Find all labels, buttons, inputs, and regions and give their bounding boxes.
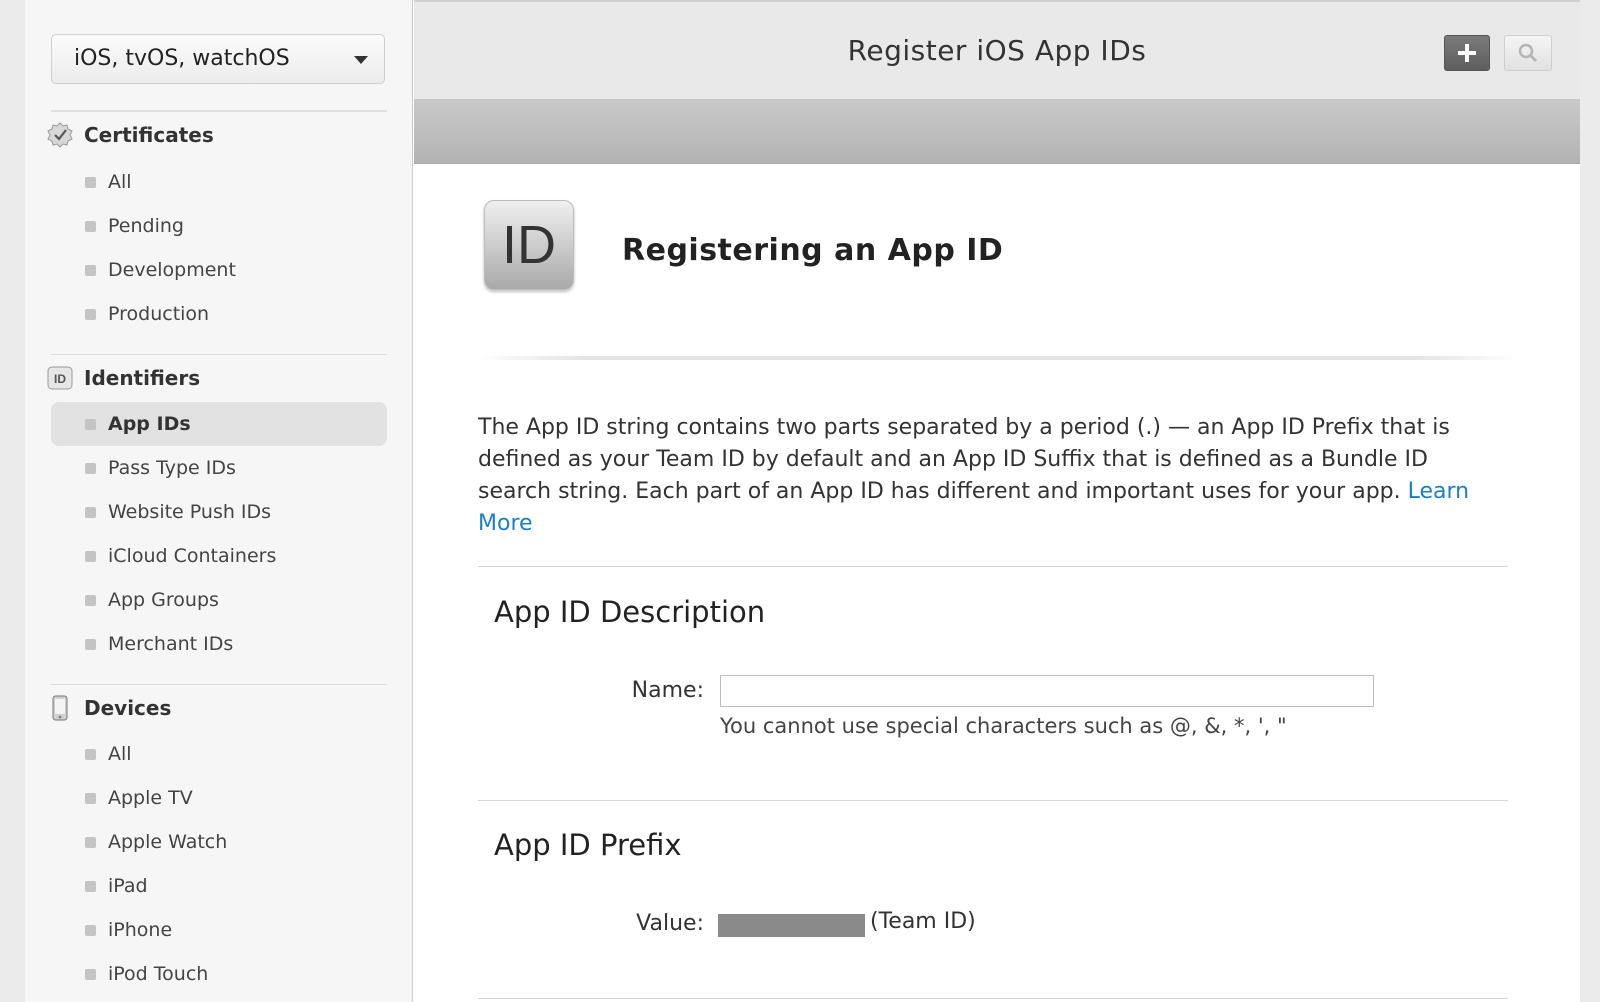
bullet-icon (85, 836, 96, 848)
sidebar-item-label: Production (108, 303, 210, 325)
add-button[interactable] (1444, 35, 1490, 71)
divider (478, 998, 1508, 999)
app-id-badge-text: ID (502, 215, 556, 275)
sidebar-item-production[interactable]: Production (51, 292, 387, 336)
section-title: Identifiers (84, 366, 201, 390)
sidebar-item-label: Development (108, 259, 236, 281)
section-heading: Registering an App ID (622, 233, 1004, 268)
sidebar-item-label: Apple Watch (108, 831, 228, 853)
bullet-icon (85, 792, 96, 804)
section-title: Devices (84, 696, 172, 720)
intro-paragraph: The App ID string contains two parts sep… (478, 412, 1478, 540)
bullet-icon (85, 220, 96, 232)
sidebar-item-label: Website Push IDs (108, 501, 272, 523)
divider (478, 566, 1508, 567)
section-certificates: Certificates (47, 120, 214, 150)
section-devices: Devices (47, 693, 171, 723)
bullet-icon (85, 924, 96, 936)
device-icon (47, 695, 73, 721)
sidebar-item-development[interactable]: Development (51, 248, 387, 292)
bullet-icon (85, 418, 96, 430)
section-identifiers: ID Identifiers (47, 363, 200, 393)
sidebar-item-label: Pending (108, 215, 184, 237)
sidebar-item-label: All (108, 171, 132, 193)
app-id-badge-icon: ID (484, 200, 574, 290)
sidebar-item-ipad[interactable]: iPad (51, 864, 387, 908)
bullet-icon (85, 506, 96, 518)
team-id-label: (Team ID) (870, 909, 976, 934)
sidebar-item-app-ids[interactable]: App IDs (51, 402, 387, 446)
divider (478, 800, 1508, 801)
prefix-heading: App ID Prefix (494, 828, 682, 862)
sidebar-item-label: App IDs (108, 413, 191, 435)
section-title: Certificates (84, 123, 214, 147)
divider (51, 684, 387, 685)
redacted-team-id (718, 914, 865, 937)
sidebar-item-pending[interactable]: Pending (51, 204, 387, 248)
sidebar-item-app-groups[interactable]: App Groups (51, 578, 387, 622)
intro-text: The App ID string contains two parts sep… (478, 415, 1450, 504)
sidebar-item-label: Merchant IDs (108, 633, 234, 655)
sidebar-item-devices-all[interactable]: All (51, 732, 387, 776)
identifiers-icon: ID (47, 365, 73, 391)
sidebar-item-apple-watch[interactable]: Apple Watch (51, 820, 387, 864)
bullet-icon (85, 968, 96, 980)
bullet-icon (85, 462, 96, 474)
sidebar-item-ipod-touch[interactable]: iPod Touch (51, 952, 387, 996)
search-icon (1518, 43, 1538, 63)
plus-icon (1458, 44, 1476, 62)
bullet-icon (85, 638, 96, 650)
search-button[interactable] (1504, 35, 1552, 71)
sidebar-item-label: iPhone (108, 919, 173, 941)
sidebar-item-icloud-containers[interactable]: iCloud Containers (51, 534, 387, 578)
bullet-icon (85, 880, 96, 892)
sidebar-item-label: Apple TV (108, 787, 193, 809)
toolbar-strip (414, 100, 1580, 164)
name-input[interactable] (720, 675, 1374, 707)
sidebar-item-merchant-ids[interactable]: Merchant IDs (51, 622, 387, 666)
divider (478, 356, 1518, 360)
sidebar-item-label: iPad (108, 875, 148, 897)
divider (51, 354, 387, 355)
sidebar-item-iphone[interactable]: iPhone (51, 908, 387, 952)
chevron-down-icon (354, 56, 368, 64)
sidebar-item-label: Pass Type IDs (108, 457, 236, 479)
name-label: Name: (631, 678, 704, 703)
sidebar-item-label: iCloud Containers (108, 545, 277, 567)
sidebar-item-apple-tv[interactable]: Apple TV (51, 776, 387, 820)
sidebar: iOS, tvOS, watchOS Certificates All Pend… (25, 0, 413, 1002)
svg-text:ID: ID (54, 372, 66, 386)
bullet-icon (85, 264, 96, 276)
name-hint: You cannot use special characters such a… (720, 714, 1287, 738)
main-content: Register iOS App IDs ID Registering an A… (414, 0, 1580, 1002)
page-title: Register iOS App IDs (847, 34, 1147, 67)
sidebar-item-pass-type-ids[interactable]: Pass Type IDs (51, 446, 387, 490)
sidebar-item-website-push-ids[interactable]: Website Push IDs (51, 490, 387, 534)
platform-dropdown-label: iOS, tvOS, watchOS (74, 46, 290, 71)
description-heading: App ID Description (494, 595, 766, 629)
sidebar-item-label: App Groups (108, 589, 219, 611)
value-label: Value: (636, 911, 704, 936)
bullet-icon (85, 594, 96, 606)
certificate-icon (47, 122, 73, 148)
sidebar-item-label: All (108, 743, 132, 765)
bullet-icon (85, 550, 96, 562)
bullet-icon (85, 308, 96, 320)
bullet-icon (85, 748, 96, 760)
platform-dropdown[interactable]: iOS, tvOS, watchOS (51, 34, 385, 84)
divider (51, 110, 387, 112)
header-bar: Register iOS App IDs (414, 0, 1580, 100)
bullet-icon (85, 176, 96, 188)
sidebar-item-certificates-all[interactable]: All (51, 160, 387, 204)
sidebar-item-label: iPod Touch (108, 963, 209, 985)
